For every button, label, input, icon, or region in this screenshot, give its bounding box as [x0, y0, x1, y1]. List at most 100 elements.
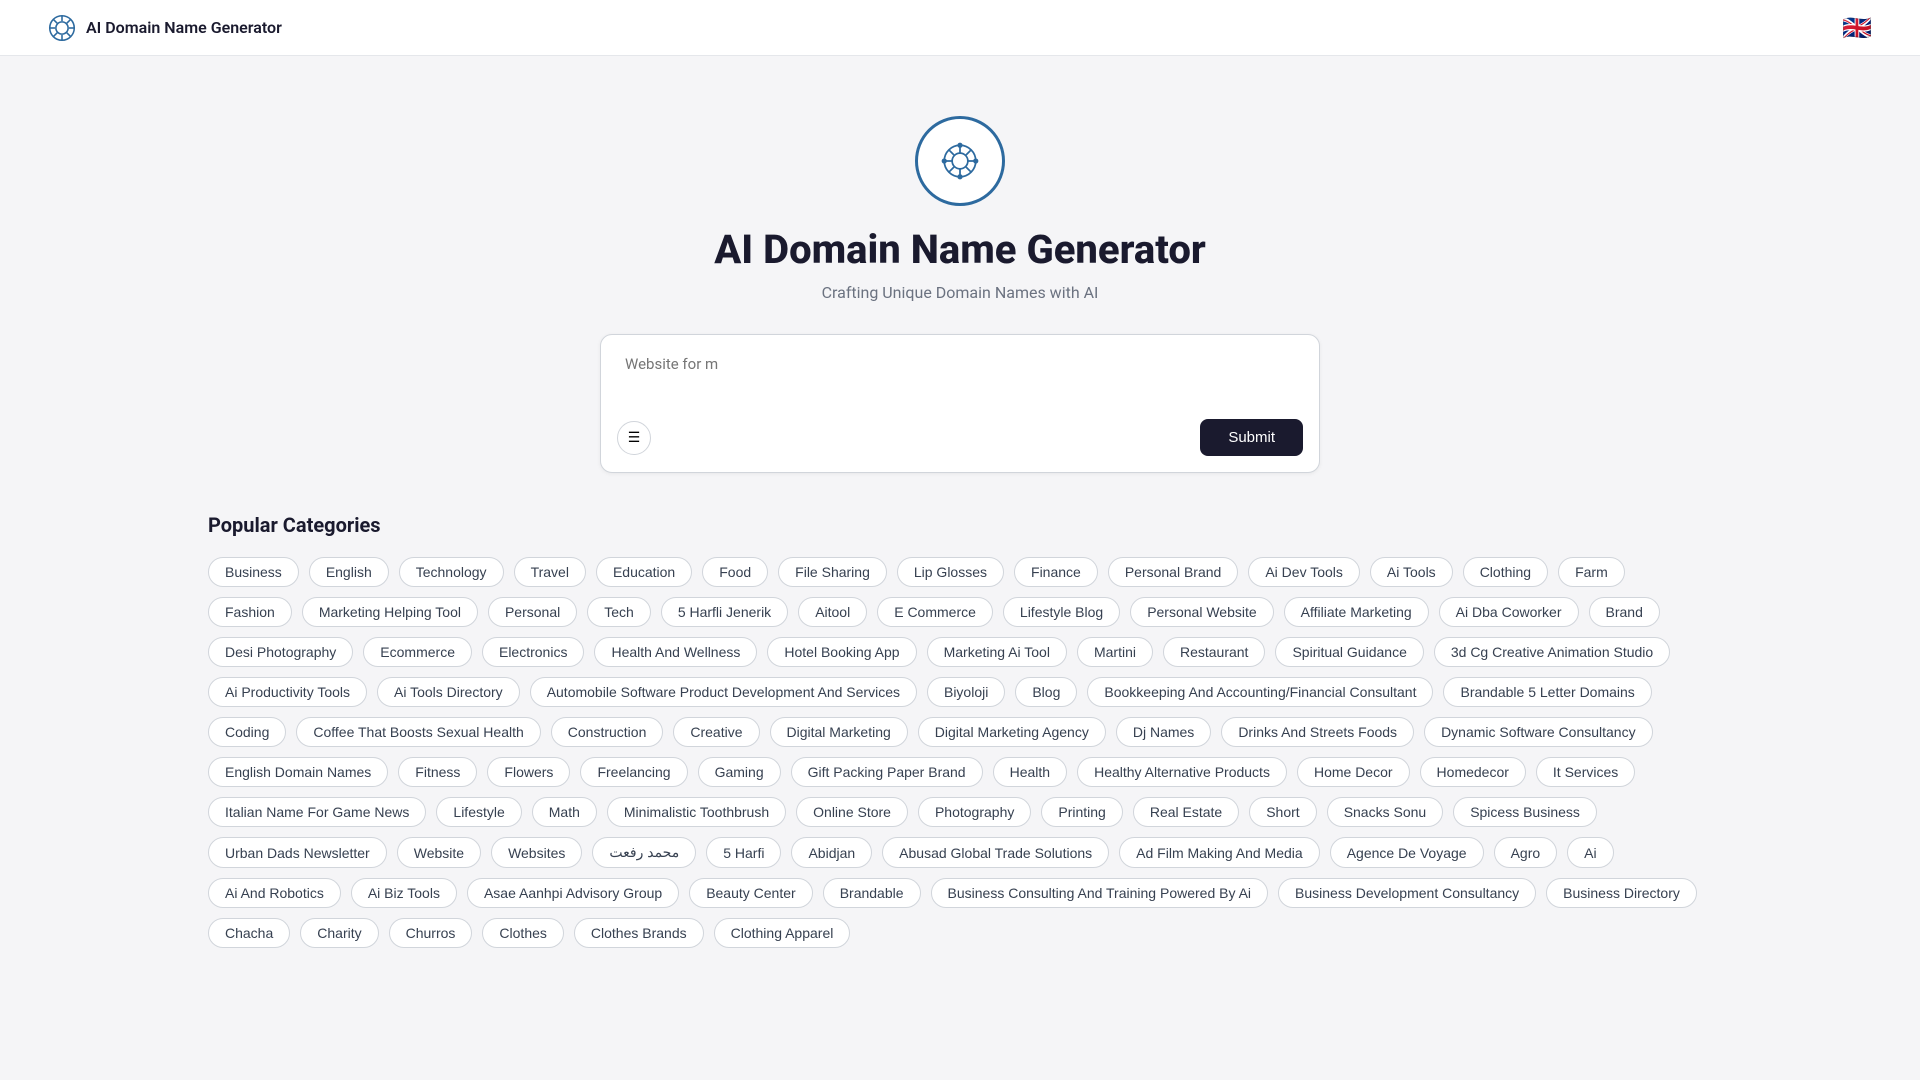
category-tag[interactable]: Health — [993, 757, 1067, 787]
category-tag[interactable]: Automobile Software Product Development … — [530, 677, 917, 707]
category-tag[interactable]: Bookkeeping And Accounting/Financial Con… — [1087, 677, 1433, 707]
category-tag[interactable]: Coffee That Boosts Sexual Health — [296, 717, 540, 747]
category-tag[interactable]: Desi Photography — [208, 637, 353, 667]
category-tag[interactable]: Health And Wellness — [594, 637, 757, 667]
category-tag[interactable]: Clothes Brands — [574, 918, 704, 948]
category-tag[interactable]: Technology — [399, 557, 504, 587]
category-tag[interactable]: Business Development Consultancy — [1278, 878, 1536, 908]
category-tag[interactable]: Ad Film Making And Media — [1119, 837, 1320, 868]
category-tag[interactable]: Asae Aanhpi Advisory Group — [467, 878, 679, 908]
category-tag[interactable]: Business Consulting And Training Powered… — [931, 878, 1269, 908]
category-tag[interactable]: محمد رفعت — [592, 837, 696, 868]
category-tag[interactable]: Math — [532, 797, 597, 827]
category-tag[interactable]: Website — [397, 837, 481, 868]
category-tag[interactable]: Tech — [587, 597, 651, 627]
category-tag[interactable]: Farm — [1558, 557, 1625, 587]
category-tag[interactable]: Aitool — [798, 597, 867, 627]
category-tag[interactable]: 5 Harfli Jenerik — [661, 597, 788, 627]
category-tag[interactable]: Food — [702, 557, 768, 587]
category-tag[interactable]: Fitness — [398, 757, 477, 787]
category-tag[interactable]: Ai Dev Tools — [1248, 557, 1360, 587]
category-tag[interactable]: Blog — [1015, 677, 1077, 707]
category-tag[interactable]: Healthy Alternative Products — [1077, 757, 1287, 787]
category-tag[interactable]: Real Estate — [1133, 797, 1239, 827]
category-tag[interactable]: Ai And Robotics — [208, 878, 341, 908]
category-tag[interactable]: Agro — [1494, 837, 1558, 868]
category-tag[interactable]: Clothes — [482, 918, 563, 948]
category-tag[interactable]: Ai Biz Tools — [351, 878, 457, 908]
category-tag[interactable]: Ai Dba Coworker — [1439, 597, 1579, 627]
category-tag[interactable]: Gaming — [698, 757, 781, 787]
category-tag[interactable]: Beauty Center — [689, 878, 813, 908]
category-tag[interactable]: Websites — [491, 837, 582, 868]
category-tag[interactable]: Affiliate Marketing — [1284, 597, 1429, 627]
category-tag[interactable]: It Services — [1536, 757, 1635, 787]
category-tag[interactable]: Personal Brand — [1108, 557, 1239, 587]
category-tag[interactable]: Creative — [673, 717, 759, 747]
category-tag[interactable]: Education — [596, 557, 692, 587]
category-tag[interactable]: Short — [1249, 797, 1316, 827]
category-tag[interactable]: Lip Glosses — [897, 557, 1004, 587]
category-tag[interactable]: Italian Name For Game News — [208, 797, 426, 827]
category-tag[interactable]: Clothing Apparel — [714, 918, 851, 948]
category-tag[interactable]: E Commerce — [877, 597, 993, 627]
category-tag[interactable]: Lifestyle — [436, 797, 521, 827]
category-tag[interactable]: Electronics — [482, 637, 584, 667]
category-tag[interactable]: Restaurant — [1163, 637, 1265, 667]
category-tag[interactable]: Urban Dads Newsletter — [208, 837, 387, 868]
category-tag[interactable]: Agence De Voyage — [1330, 837, 1484, 868]
category-tag[interactable]: Dj Names — [1116, 717, 1211, 747]
category-tag[interactable]: Business Directory — [1546, 878, 1697, 908]
category-tag[interactable]: English — [309, 557, 389, 587]
category-tag[interactable]: Biyoloji — [927, 677, 1005, 707]
filter-button[interactable]: ☰ — [617, 421, 651, 455]
category-tag[interactable]: Digital Marketing Agency — [918, 717, 1106, 747]
category-tag[interactable]: Ai — [1567, 837, 1613, 868]
category-tag[interactable]: Flowers — [487, 757, 570, 787]
category-tag[interactable]: Travel — [514, 557, 586, 587]
category-tag[interactable]: Charity — [300, 918, 378, 948]
category-tag[interactable]: Marketing Ai Tool — [927, 637, 1067, 667]
category-tag[interactable]: Finance — [1014, 557, 1098, 587]
category-tag[interactable]: Ai Tools — [1370, 557, 1453, 587]
category-tag[interactable]: Digital Marketing — [770, 717, 908, 747]
category-tag[interactable]: Freelancing — [580, 757, 687, 787]
category-tag[interactable]: Minimalistic Toothbrush — [607, 797, 786, 827]
category-tag[interactable]: English Domain Names — [208, 757, 388, 787]
search-input[interactable] — [617, 351, 1303, 407]
category-tag[interactable]: Homedecor — [1420, 757, 1526, 787]
category-tag[interactable]: Construction — [551, 717, 664, 747]
category-tag[interactable]: 5 Harfi — [706, 837, 781, 868]
category-tag[interactable]: Brandable 5 Letter Domains — [1443, 677, 1651, 707]
category-tag[interactable]: Spicess Business — [1453, 797, 1597, 827]
category-tag[interactable]: Dynamic Software Consultancy — [1424, 717, 1653, 747]
category-tag[interactable]: Snacks Sonu — [1327, 797, 1444, 827]
category-tag[interactable]: Personal — [488, 597, 577, 627]
category-tag[interactable]: Churros — [389, 918, 473, 948]
category-tag[interactable]: Clothing — [1463, 557, 1548, 587]
category-tag[interactable]: Chacha — [208, 918, 290, 948]
language-flag[interactable]: 🇬🇧 — [1842, 14, 1872, 42]
category-tag[interactable]: Abidjan — [791, 837, 872, 868]
category-tag[interactable]: Marketing Helping Tool — [302, 597, 478, 627]
category-tag[interactable]: Home Decor — [1297, 757, 1410, 787]
category-tag[interactable]: Spiritual Guidance — [1275, 637, 1423, 667]
category-tag[interactable]: Ai Tools Directory — [377, 677, 520, 707]
category-tag[interactable]: Fashion — [208, 597, 292, 627]
category-tag[interactable]: Lifestyle Blog — [1003, 597, 1120, 627]
category-tag[interactable]: Printing — [1041, 797, 1122, 827]
category-tag[interactable]: 3d Cg Creative Animation Studio — [1434, 637, 1670, 667]
category-tag[interactable]: File Sharing — [778, 557, 887, 587]
category-tag[interactable]: Business — [208, 557, 299, 587]
category-tag[interactable]: Coding — [208, 717, 286, 747]
category-tag[interactable]: Hotel Booking App — [767, 637, 916, 667]
category-tag[interactable]: Brand — [1589, 597, 1660, 627]
category-tag[interactable]: Online Store — [796, 797, 908, 827]
category-tag[interactable]: Martini — [1077, 637, 1153, 667]
category-tag[interactable]: Gift Packing Paper Brand — [791, 757, 983, 787]
category-tag[interactable]: Photography — [918, 797, 1031, 827]
category-tag[interactable]: Personal Website — [1130, 597, 1273, 627]
category-tag[interactable]: Drinks And Streets Foods — [1221, 717, 1414, 747]
submit-button[interactable]: Submit — [1200, 419, 1303, 456]
category-tag[interactable]: Abusad Global Trade Solutions — [882, 837, 1109, 868]
